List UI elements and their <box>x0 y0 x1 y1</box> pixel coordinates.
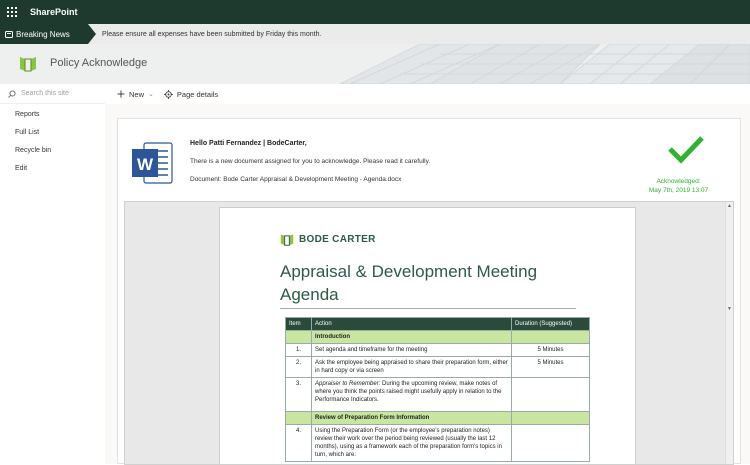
table-row: 3. Appraiser to Remember: During the upc… <box>285 377 590 412</box>
word-document-icon: W <box>132 142 173 184</box>
search-box[interactable]: Search this site <box>0 84 105 104</box>
site-title[interactable]: Policy Acknowledge <box>50 57 147 69</box>
nav-item-reports[interactable]: Reports <box>0 106 105 124</box>
nav-item-edit[interactable]: Edit <box>0 160 105 178</box>
acknowledged-label: Acknowledged: <box>656 178 701 185</box>
bode-carter-logo-icon <box>280 234 294 246</box>
left-navigation: Search this site Reports Full List Recyc… <box>0 84 105 464</box>
table-row: 1. Set agenda and timeframe for the meet… <box>285 343 590 357</box>
document-page: BODE CARTER Appraisal & Development Meet… <box>219 207 636 464</box>
page-details-button[interactable]: Page details <box>163 89 219 99</box>
chevron-down-icon: ⌄ <box>148 91 154 98</box>
row-duration: 5 Minutes <box>511 343 590 357</box>
row-item: 3. <box>285 377 312 412</box>
agenda-table: Item Action Duration (Suggested) Introdu… <box>285 317 590 462</box>
suite-title[interactable]: SharePoint <box>30 7 78 17</box>
row-duration <box>511 377 590 412</box>
site-logo-icon[interactable] <box>19 54 37 72</box>
row-duration <box>511 424 590 462</box>
brand-name: BODE CARTER <box>299 233 376 245</box>
assignment-description: There is a new document assigned for you… <box>190 158 431 165</box>
site-header: Policy Acknowledge <box>0 44 750 84</box>
scroll-up-arrow-icon[interactable]: ▲ <box>727 203 732 209</box>
greeting: Hello Patti Fernandez | BodeCarter, <box>190 140 307 147</box>
gear-icon <box>163 89 173 99</box>
plus-icon <box>117 90 125 98</box>
new-button[interactable]: New ⌄ <box>117 90 154 99</box>
nav-item-full-list[interactable]: Full List <box>0 124 105 142</box>
checkmark-icon <box>668 136 704 164</box>
news-tag: Breaking News <box>0 24 96 44</box>
column-header-action: Action <box>311 317 512 331</box>
app-launcher-icon[interactable] <box>0 0 24 24</box>
acknowledged-status: Acknowledged: May 7th, 2019 13:07 <box>626 177 731 195</box>
document-title: Appraisal & Development Meeting Agenda <box>280 262 538 304</box>
search-placeholder: Search this site <box>21 90 69 97</box>
page-details-label: Page details <box>176 89 219 99</box>
row-action: Ask the employee being appraised to shar… <box>311 356 512 378</box>
table-header-row: Item Action Duration (Suggested) <box>285 317 590 331</box>
acknowledgement-card: W Hello Patti Fernandez | BodeCarter, Th… <box>117 118 741 465</box>
nav-item-recycle-bin[interactable]: Recycle bin <box>0 142 105 160</box>
table-row: 4. Using the Preparation Form (or the em… <box>285 424 590 462</box>
row-action-emphasis: Appraiser to Remember: <box>315 381 381 387</box>
row-action: Appraiser to Remember: During the upcomi… <box>311 377 512 412</box>
section-title: Review of Preparation Form Information <box>311 411 512 425</box>
news-message[interactable]: Please ensure all expenses have been sub… <box>102 31 321 38</box>
command-bar: New ⌄ Page details <box>105 84 750 104</box>
section-title: Introduction <box>311 330 512 344</box>
document-name[interactable]: Document: Bode Carter Appraisal & Develo… <box>190 176 401 183</box>
row-item: 2. <box>285 356 312 378</box>
column-header-duration: Duration (Suggested) <box>511 317 590 331</box>
new-label: New <box>129 89 145 99</box>
acknowledged-date: May 7th, 2019 13:07 <box>648 187 709 194</box>
row-item: 1. <box>285 343 312 357</box>
row-item: 4. <box>285 424 312 462</box>
svg-text:W: W <box>137 155 154 174</box>
viewer-scrollbar[interactable]: ▲ ▼ <box>725 202 733 464</box>
scroll-down-arrow-icon[interactable]: ▼ <box>727 306 732 312</box>
row-action: Set agenda and timeframe for the meeting <box>311 343 512 357</box>
section-row: Review of Preparation Form Information <box>285 411 590 425</box>
bode-carter-logo: BODE CARTER <box>280 232 376 246</box>
news-label: Breaking News <box>16 29 70 39</box>
suite-bar: SharePoint <box>0 0 750 24</box>
row-duration: 5 Minutes <box>511 356 590 378</box>
row-action: Using the Preparation Form (or the emplo… <box>311 424 512 462</box>
news-banner: Breaking News Please ensure all expenses… <box>0 24 750 44</box>
title-divider <box>280 308 576 309</box>
news-icon <box>5 30 13 38</box>
main-content: W Hello Patti Fernandez | BodeCarter, Th… <box>105 104 750 465</box>
search-icon <box>8 89 16 98</box>
column-header-item: Item <box>285 317 312 331</box>
table-row: 2. Ask the employee being appraised to s… <box>285 356 590 378</box>
section-row: Introduction <box>285 330 590 344</box>
document-viewer[interactable]: BODE CARTER Appraisal & Development Meet… <box>124 201 734 465</box>
